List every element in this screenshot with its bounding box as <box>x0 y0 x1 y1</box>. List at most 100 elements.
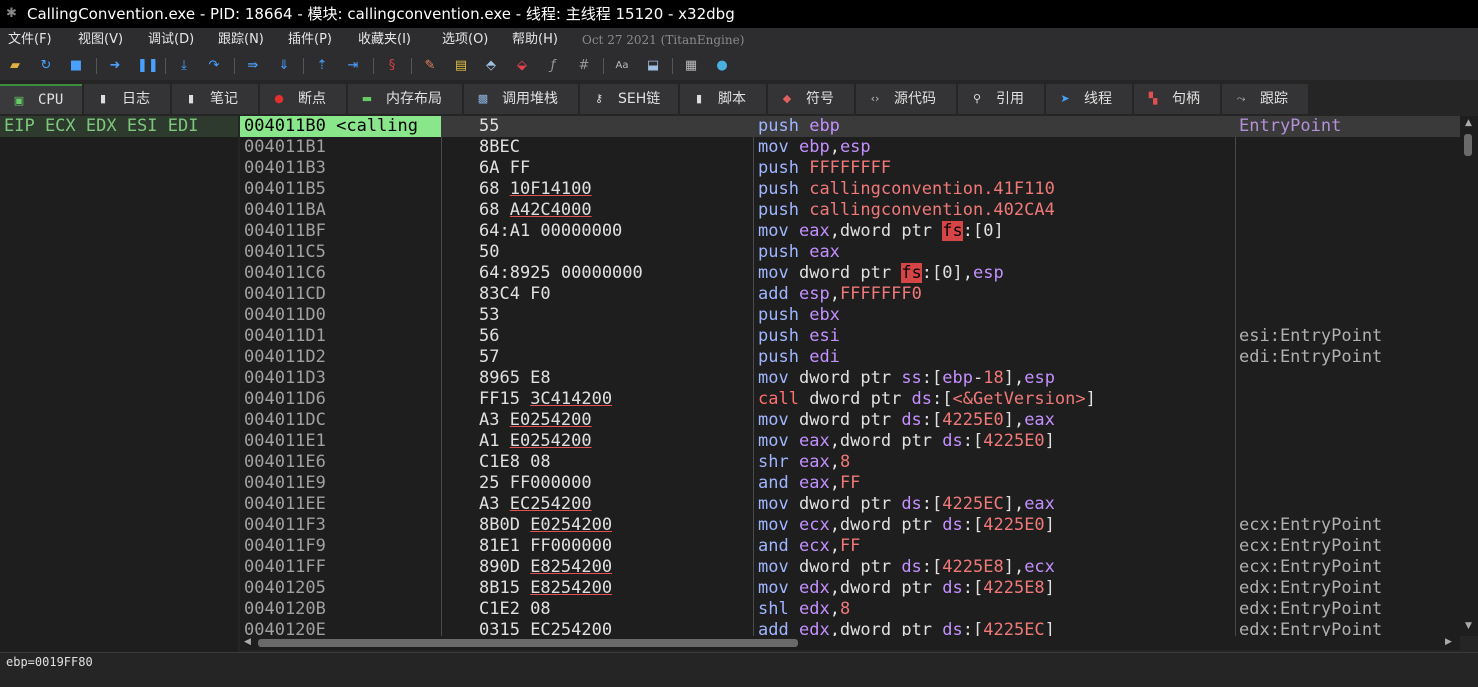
disasm-row[interactable]: 004011B0 <calling 55 push ebp EntryPoint <box>240 116 1460 137</box>
disasm-row[interactable]: 004011D0 53 push ebx <box>240 305 1460 326</box>
disasm-row[interactable]: 004011D3 8965 E8 mov dword ptr ss:[ebp-18]… <box>240 368 1460 389</box>
trace-over-icon[interactable]: ⇓ <box>275 57 293 75</box>
tab-symbols[interactable]: ◆ 符号 <box>768 84 854 114</box>
disasm-row[interactable]: 004011EE A3 EC254200 mov dword ptr ds:[422… <box>240 494 1460 515</box>
address-cell: 004011D1 <box>244 326 326 346</box>
calculator-icon[interactable]: ▦ <box>682 57 700 75</box>
import-icon[interactable]: ⬓ <box>644 57 662 75</box>
vertical-scrollbar[interactable]: ▲ ▼ <box>1460 116 1478 636</box>
instruction-cell: push callingconvention.402CA4 <box>758 200 1055 221</box>
tab-trace[interactable]: ⤳ 跟踪 <box>1222 84 1308 114</box>
tab-cpu[interactable]: ▣ CPU <box>0 84 82 114</box>
disassembly-view[interactable]: 004011B0 <calling 55 push ebp EntryPoint 004… <box>240 116 1460 636</box>
vertical-scroll-thumb[interactable] <box>1464 134 1472 156</box>
bookmark-icon[interactable]: ⬙ <box>513 57 531 75</box>
disasm-row[interactable]: 00401205 8B15 E8254200 mov edx,dword ptr d… <box>240 578 1460 599</box>
instruction-token: ecx <box>1024 557 1055 577</box>
disasm-row[interactable]: 0040120B C1E2 08 shl edx,8 edx:EntryPoint <box>240 599 1460 620</box>
disasm-row[interactable]: 004011B5 68 10F14100 push callingconventio… <box>240 179 1460 200</box>
tab-source[interactable]: ‹› 源代码 <box>856 84 956 114</box>
menu-options[interactable]: 选项(O) <box>442 28 488 52</box>
disasm-row[interactable]: 004011DC A3 E0254200 mov dword ptr ds:[422… <box>240 410 1460 431</box>
bytes-token: E0254200 <box>509 410 592 430</box>
tab-breakpoints[interactable]: ● 断点 <box>260 84 346 114</box>
stop-icon[interactable]: ■ <box>67 57 85 75</box>
tab-handles[interactable]: ▚ 句柄 <box>1134 84 1220 114</box>
menu-debug[interactable]: 调试(D) <box>148 28 194 52</box>
disasm-row[interactable]: 004011C5 50 push eax <box>240 242 1460 263</box>
menu-view[interactable]: 视图(V) <box>78 28 123 52</box>
bytes-cell: 25 FF000000 <box>479 473 592 494</box>
open-folder-icon[interactable]: ▰ <box>6 57 24 75</box>
globe-icon[interactable]: ● <box>713 57 731 75</box>
instruction-token: and <box>758 473 789 493</box>
menu-file[interactable]: 文件(F) <box>8 28 52 52</box>
trace-into-icon[interactable]: ⇛ <box>244 57 262 75</box>
instruction-token: 4225E0 <box>983 431 1045 451</box>
disasm-row[interactable]: 004011C6 64:8925 00000000 mov dword ptr fs… <box>240 263 1460 284</box>
tab-log[interactable]: ▮ 日志 <box>84 84 170 114</box>
restart-icon[interactable]: ↻ <box>37 57 55 75</box>
menu-help[interactable]: 帮助(H) <box>512 28 558 52</box>
disasm-row[interactable]: 004011BF 64:A1 00000000 mov eax,dword ptr … <box>240 221 1460 242</box>
instruction-token: ,dword ptr <box>829 578 943 598</box>
execute-till-return-icon[interactable]: ⇡ <box>313 57 331 75</box>
menu-bar: 文件(F) 视图(V) 调试(D) 跟踪(N) 插件(P) 收藏夹(I) 选项(… <box>0 28 1478 52</box>
instruction-token: mov <box>758 494 789 514</box>
disasm-row[interactable]: 004011E9 25 FF000000 and eax,FF <box>240 473 1460 494</box>
references-icon: ⚲ <box>972 92 982 105</box>
disasm-row[interactable]: 004011F9 81E1 FF000000 and ecx,FF ecx:Entry… <box>240 536 1460 557</box>
disasm-row[interactable]: 004011CD 83C4 F0 add esp,FFFFFFF0 <box>240 284 1460 305</box>
disasm-row[interactable]: 004011D6 FF15 3C414200 call dword ptr ds:[… <box>240 389 1460 410</box>
horizontal-scrollbar[interactable]: ◀ ▶ <box>240 636 1460 650</box>
disasm-row[interactable]: 004011D2 57 push edi edi:EntryPoint <box>240 347 1460 368</box>
tab-seh-chain[interactable]: ⚷ SEH链 <box>580 84 678 114</box>
bytes-cell: 57 <box>479 347 499 368</box>
tab-memory-map[interactable]: ▬ 内存布局 <box>348 84 462 114</box>
instruction-token: ,dword ptr <box>829 515 943 535</box>
menu-favourites[interactable]: 收藏夹(I) <box>358 28 411 52</box>
instruction-token: ], <box>1003 410 1025 430</box>
font-icon[interactable]: Aa <box>613 57 631 75</box>
tab-script[interactable]: ▮ 脚本 <box>680 84 766 114</box>
patch-pencil-icon[interactable]: ✎ <box>421 57 439 75</box>
scroll-up-icon[interactable]: ▲ <box>1465 118 1472 128</box>
disasm-row[interactable]: 004011E1 A1 E0254200 mov eax,dword ptr ds:… <box>240 431 1460 452</box>
tab-threads[interactable]: ➤ 线程 <box>1046 84 1132 114</box>
menu-plugins[interactable]: 插件(P) <box>288 28 332 52</box>
label-icon[interactable]: ⬘ <box>482 57 500 75</box>
bytes-cell: FF15 3C414200 <box>479 389 612 410</box>
disasm-row[interactable]: 004011BA 68 A42C4000 push callingconventio… <box>240 200 1460 221</box>
instruction-token: esp <box>798 284 830 304</box>
disasm-row[interactable]: 004011E6 C1E8 08 shr eax,8 <box>240 452 1460 473</box>
script-icon[interactable]: § <box>383 57 401 75</box>
address-cell: 004011D3 <box>244 368 326 388</box>
disasm-row[interactable]: 004011F3 8B0D E0254200 mov ecx,dword ptr d… <box>240 515 1460 536</box>
menu-trace[interactable]: 跟踪(N) <box>218 28 264 52</box>
instruction-cell: add edx,dword ptr ds:[4225EC] <box>758 620 1055 636</box>
disasm-row[interactable]: 004011FF 890D E8254200 mov dword ptr ds:[4… <box>240 557 1460 578</box>
address-cell: 004011F9 <box>244 536 326 556</box>
step-over-icon[interactable]: ↷ <box>205 57 223 75</box>
function-icon[interactable]: ƒ <box>544 57 562 75</box>
tab-call-stack[interactable]: ▩ 调用堆栈 <box>464 84 578 114</box>
scroll-left-icon[interactable]: ◀ <box>244 637 251 647</box>
instruction-token: :[ <box>921 557 943 577</box>
disasm-row[interactable]: 0040120E 0315 EC254200 add edx,dword ptr d… <box>240 620 1460 636</box>
memory-icon: ▬ <box>361 92 373 105</box>
step-into-icon[interactable]: ⤓ <box>175 57 193 75</box>
hash-icon[interactable]: # <box>575 57 593 75</box>
run-icon[interactable]: ➜ <box>106 57 124 75</box>
comment-icon[interactable]: ▤ <box>452 57 470 75</box>
pause-icon[interactable]: ❚❚ <box>137 57 159 75</box>
disasm-row[interactable]: 004011B1 8BEC mov ebp,esp <box>240 137 1460 158</box>
disasm-row[interactable]: 004011B3 6A FF push FFFFFFFF <box>240 158 1460 179</box>
scroll-right-icon[interactable]: ▶ <box>1445 637 1452 647</box>
tab-references[interactable]: ⚲ 引用 <box>958 84 1044 114</box>
disasm-row[interactable]: 004011D1 56 push esi esi:EntryPoint <box>240 326 1460 347</box>
run-to-user-code-icon[interactable]: ⇥ <box>344 57 362 75</box>
instruction-token: edx <box>798 620 830 636</box>
horizontal-scroll-thumb[interactable] <box>258 639 798 647</box>
scroll-down-icon[interactable]: ▼ <box>1465 621 1472 631</box>
tab-notes[interactable]: ▮ 笔记 <box>172 84 258 114</box>
